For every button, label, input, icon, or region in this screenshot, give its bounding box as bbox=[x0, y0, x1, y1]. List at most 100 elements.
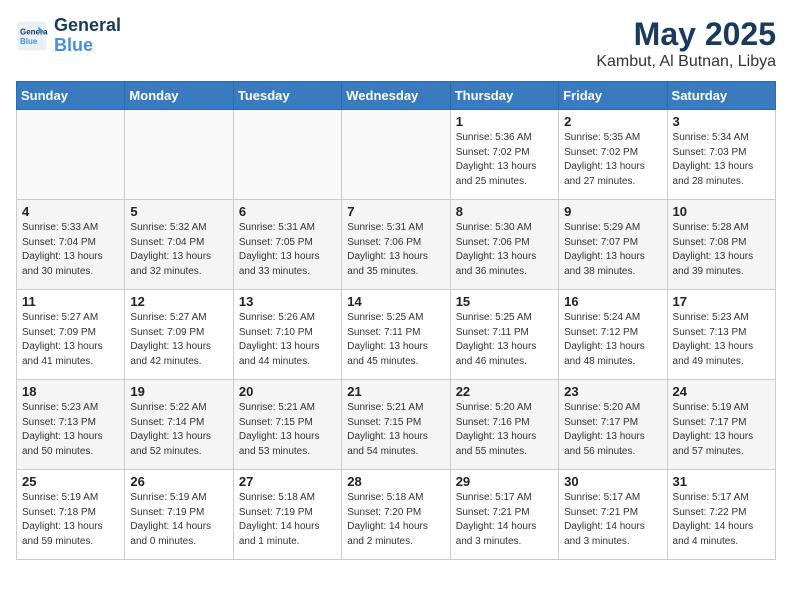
calendar-cell: 11Sunrise: 5:27 AM Sunset: 7:09 PM Dayli… bbox=[17, 290, 125, 380]
calendar-cell: 24Sunrise: 5:19 AM Sunset: 7:17 PM Dayli… bbox=[667, 380, 775, 470]
day-info: Sunrise: 5:22 AM Sunset: 7:14 PM Dayligh… bbox=[130, 401, 227, 459]
day-info: Sunrise: 5:21 AM Sunset: 7:15 PM Dayligh… bbox=[347, 401, 444, 459]
day-info: Sunrise: 5:19 AM Sunset: 7:18 PM Dayligh… bbox=[22, 491, 119, 549]
calendar-cell: 19 Sunrise: 5:22 AM Sunset: 7:14 PM Dayli… bbox=[125, 380, 233, 470]
day-number: 16 bbox=[564, 294, 661, 309]
day-info: Sunrise: 5:29 AM Sunset: 7:07 PM Dayligh… bbox=[564, 221, 661, 279]
calendar-cell: 1 Sunrise: 5:36 AM Sunset: 7:02 PM Daylig… bbox=[450, 110, 558, 200]
calendar-week-row: 4 Sunrise: 5:33 AM Sunset: 7:04 PM Daylig… bbox=[17, 200, 776, 290]
calendar-cell: 2Sunrise: 5:35 AM Sunset: 7:02 PM Daylig… bbox=[559, 110, 667, 200]
day-number: 26 bbox=[130, 474, 227, 489]
day-info: Sunrise: 5:25 AM Sunset: 7:11 PM Dayligh… bbox=[347, 311, 444, 369]
logo: General Blue General Blue bbox=[16, 16, 121, 56]
day-number: 31 bbox=[673, 474, 770, 489]
weekday-header: Friday bbox=[559, 82, 667, 110]
day-info: Sunrise: 5:32 AM Sunset: 7:04 PM Dayligh… bbox=[130, 221, 227, 279]
day-number: 28 bbox=[347, 474, 444, 489]
day-info: Sunrise: 5:31 AM Sunset: 7:05 PM Dayligh… bbox=[239, 221, 336, 279]
day-info: Sunrise: 5:35 AM Sunset: 7:02 PM Dayligh… bbox=[564, 131, 661, 189]
day-info: Sunrise: 5:36 AM Sunset: 7:02 PM Dayligh… bbox=[456, 131, 553, 189]
calendar-cell: 10 Sunrise: 5:28 AM Sunset: 7:08 PM Dayli… bbox=[667, 200, 775, 290]
day-number: 24 bbox=[673, 384, 770, 399]
day-number: 30 bbox=[564, 474, 661, 489]
day-number: 17 bbox=[673, 294, 770, 309]
calendar-cell: 3 Sunrise: 5:34 AM Sunset: 7:03 PM Daylig… bbox=[667, 110, 775, 200]
day-info: Sunrise: 5:23 AM Sunset: 7:13 PM Dayligh… bbox=[22, 401, 119, 459]
month-title: May 2025 bbox=[596, 16, 776, 53]
day-number: 11 bbox=[22, 294, 119, 309]
calendar-cell: 31Sunrise: 5:17 AM Sunset: 7:22 PM Dayli… bbox=[667, 470, 775, 560]
title-block: May 2025 Kambut, Al Butnan, Libya bbox=[596, 16, 776, 71]
logo-icon: General Blue bbox=[16, 20, 48, 52]
day-number: 29 bbox=[456, 474, 553, 489]
calendar-week-row: 11 Sunrise: 5:27 AM Sunset: 7:09 PM Dayli… bbox=[17, 290, 776, 380]
day-info: Sunrise: 5:24 AM Sunset: 7:12 PM Dayligh… bbox=[564, 311, 661, 369]
calendar-cell bbox=[233, 110, 341, 200]
calendar-cell: 21 Sunrise: 5:21 AM Sunset: 7:15 PM Dayli… bbox=[342, 380, 450, 470]
day-number: 19 bbox=[130, 384, 227, 399]
calendar-cell: 6 Sunrise: 5:31 AM Sunset: 7:05 PM Daylig… bbox=[233, 200, 341, 290]
day-number: 3 bbox=[673, 114, 770, 129]
calendar-cell: 27 Sunrise: 5:18 AM Sunset: 7:19 PM Dayli… bbox=[233, 470, 341, 560]
day-number: 21 bbox=[347, 384, 444, 399]
day-number: 6 bbox=[239, 204, 336, 219]
calendar-header: SundayMondayTuesdayWednesdayThursdayFrid… bbox=[17, 82, 776, 110]
day-info: Sunrise: 5:33 AM Sunset: 7:04 PM Dayligh… bbox=[22, 221, 119, 279]
weekday-header: Wednesday bbox=[342, 82, 450, 110]
day-info: Sunrise: 5:30 AM Sunset: 7:06 PM Dayligh… bbox=[456, 221, 553, 279]
calendar-cell: 23Sunrise: 5:20 AM Sunset: 7:17 PM Dayli… bbox=[559, 380, 667, 470]
day-number: 27 bbox=[239, 474, 336, 489]
calendar-cell: 20 Sunrise: 5:21 AM Sunset: 7:15 PM Dayli… bbox=[233, 380, 341, 470]
calendar-cell: 13 Sunrise: 5:26 AM Sunset: 7:10 PM Dayli… bbox=[233, 290, 341, 380]
weekday-header: Tuesday bbox=[233, 82, 341, 110]
calendar-cell: 12 Sunrise: 5:27 AM Sunset: 7:09 PM Dayli… bbox=[125, 290, 233, 380]
day-info: Sunrise: 5:18 AM Sunset: 7:19 PM Dayligh… bbox=[239, 491, 336, 549]
day-info: Sunrise: 5:17 AM Sunset: 7:21 PM Dayligh… bbox=[564, 491, 661, 549]
calendar-cell: 16 Sunrise: 5:24 AM Sunset: 7:12 PM Dayli… bbox=[559, 290, 667, 380]
day-info: Sunrise: 5:31 AM Sunset: 7:06 PM Dayligh… bbox=[347, 221, 444, 279]
day-info: Sunrise: 5:28 AM Sunset: 7:08 PM Dayligh… bbox=[673, 221, 770, 279]
day-number: 14 bbox=[347, 294, 444, 309]
day-info: Sunrise: 5:34 AM Sunset: 7:03 PM Dayligh… bbox=[673, 131, 770, 189]
calendar-table: SundayMondayTuesdayWednesdayThursdayFrid… bbox=[16, 81, 776, 560]
calendar-cell bbox=[125, 110, 233, 200]
calendar-cell: 29 Sunrise: 5:17 AM Sunset: 7:21 PM Dayli… bbox=[450, 470, 558, 560]
calendar-week-row: 25 Sunrise: 5:19 AM Sunset: 7:18 PM Dayli… bbox=[17, 470, 776, 560]
day-info: Sunrise: 5:27 AM Sunset: 7:09 PM Dayligh… bbox=[130, 311, 227, 369]
calendar-cell: 28Sunrise: 5:18 AM Sunset: 7:20 PM Dayli… bbox=[342, 470, 450, 560]
weekday-header: Monday bbox=[125, 82, 233, 110]
day-info: Sunrise: 5:21 AM Sunset: 7:15 PM Dayligh… bbox=[239, 401, 336, 459]
day-number: 5 bbox=[130, 204, 227, 219]
calendar-cell: 5 Sunrise: 5:32 AM Sunset: 7:04 PM Daylig… bbox=[125, 200, 233, 290]
day-number: 4 bbox=[22, 204, 119, 219]
calendar-cell: 7 Sunrise: 5:31 AM Sunset: 7:06 PM Daylig… bbox=[342, 200, 450, 290]
calendar-cell bbox=[17, 110, 125, 200]
weekday-header: Saturday bbox=[667, 82, 775, 110]
day-number: 25 bbox=[22, 474, 119, 489]
day-number: 1 bbox=[456, 114, 553, 129]
day-number: 7 bbox=[347, 204, 444, 219]
day-info: Sunrise: 5:23 AM Sunset: 7:13 PM Dayligh… bbox=[673, 311, 770, 369]
calendar-cell: 4 Sunrise: 5:33 AM Sunset: 7:04 PM Daylig… bbox=[17, 200, 125, 290]
location-title: Kambut, Al Butnan, Libya bbox=[596, 53, 776, 71]
calendar-cell: 14 Sunrise: 5:25 AM Sunset: 7:11 PM Dayli… bbox=[342, 290, 450, 380]
day-info: Sunrise: 5:26 AM Sunset: 7:10 PM Dayligh… bbox=[239, 311, 336, 369]
day-number: 20 bbox=[239, 384, 336, 399]
day-number: 10 bbox=[673, 204, 770, 219]
calendar-cell: 22 Sunrise: 5:20 AM Sunset: 7:16 PM Dayli… bbox=[450, 380, 558, 470]
day-number: 12 bbox=[130, 294, 227, 309]
day-number: 15 bbox=[456, 294, 553, 309]
day-number: 13 bbox=[239, 294, 336, 309]
day-number: 22 bbox=[456, 384, 553, 399]
day-info: Sunrise: 5:20 AM Sunset: 7:16 PM Dayligh… bbox=[456, 401, 553, 459]
calendar-cell: 9Sunrise: 5:29 AM Sunset: 7:07 PM Daylig… bbox=[559, 200, 667, 290]
weekday-header: Sunday bbox=[17, 82, 125, 110]
calendar-cell: 25 Sunrise: 5:19 AM Sunset: 7:18 PM Dayli… bbox=[17, 470, 125, 560]
calendar-cell: 18Sunrise: 5:23 AM Sunset: 7:13 PM Dayli… bbox=[17, 380, 125, 470]
day-number: 8 bbox=[456, 204, 553, 219]
day-info: Sunrise: 5:17 AM Sunset: 7:21 PM Dayligh… bbox=[456, 491, 553, 549]
weekday-row: SundayMondayTuesdayWednesdayThursdayFrid… bbox=[17, 82, 776, 110]
svg-text:Blue: Blue bbox=[20, 37, 38, 46]
day-info: Sunrise: 5:20 AM Sunset: 7:17 PM Dayligh… bbox=[564, 401, 661, 459]
weekday-header: Thursday bbox=[450, 82, 558, 110]
